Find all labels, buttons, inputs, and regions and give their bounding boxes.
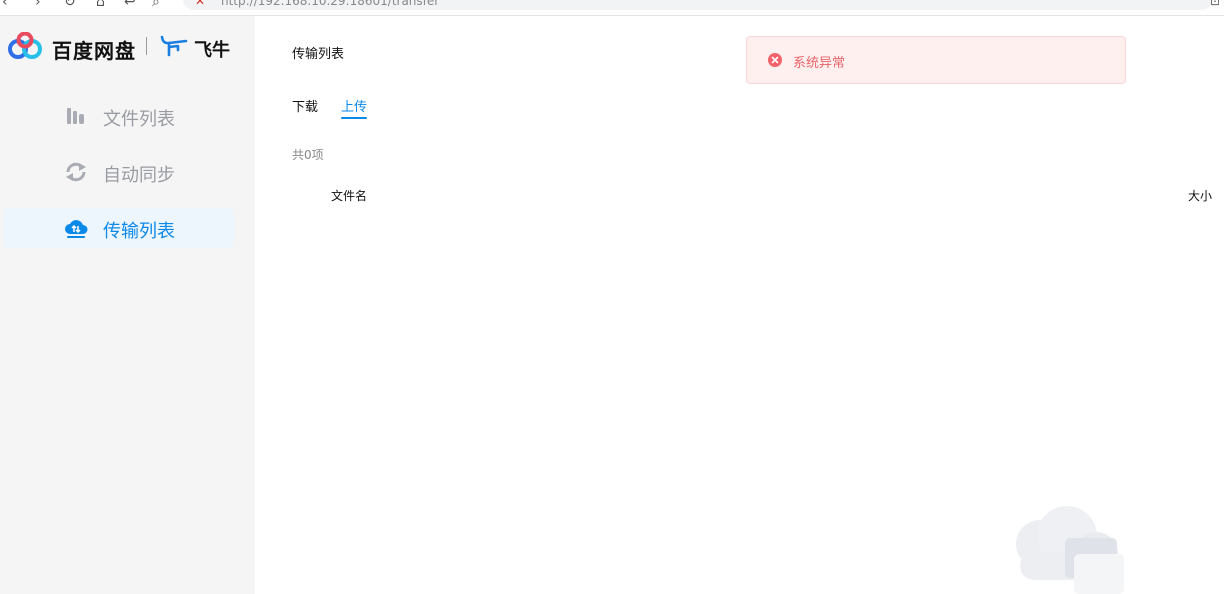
forward-icon[interactable]: › [35, 0, 41, 10]
brand-name: 百度网盘 [52, 39, 136, 63]
address-bar[interactable]: ✕ http://192.168.10.29:18601/transfer [183, 0, 1213, 10]
browser-toolbar: ‹ › ↻ ⌂ ↩ ⌕ ✕ http://192.168.10.29:18601… [0, 0, 1224, 16]
extension-icon[interactable]: ⊡ [1210, 0, 1220, 8]
address-bar-url: http://192.168.10.29:18601/transfer [221, 0, 440, 8]
main-content: 传输列表 下载 上传 共0项 文件名 大小 [255, 16, 1224, 594]
insecure-icon: ✕ [195, 0, 206, 8]
sidebar-item-label: 自动同步 [103, 165, 175, 186]
reload-icon[interactable]: ↻ [64, 0, 76, 10]
sidebar-item-label: 传输列表 [103, 221, 175, 242]
item-count: 共0项 [292, 148, 324, 162]
sidebar-item-file-list[interactable]: 文件列表 [4, 96, 234, 136]
brand-divider [146, 37, 147, 55]
column-header-size: 大小 [1187, 189, 1212, 203]
sidebar: 百度网盘 飞牛 文件列表 自动同步 传输列表 [0, 16, 255, 594]
home-icon[interactable]: ⌂ [96, 0, 105, 10]
sidebar-item-label: 文件列表 [103, 109, 175, 130]
brand-header: 百度网盘 飞牛 [8, 32, 253, 64]
sidebar-item-transfer-list[interactable]: 传输列表 [4, 208, 234, 248]
file-list-icon [67, 108, 84, 124]
error-toast: 系统异常 [746, 36, 1126, 84]
search-icon[interactable]: ⌕ [152, 0, 160, 10]
empty-state-illustration-icon [1016, 506, 1124, 594]
baidu-netdisk-logo-icon [8, 32, 42, 59]
partner-name: 飞牛 [194, 40, 230, 61]
history-back-icon[interactable]: ↩ [124, 0, 136, 10]
feiniu-logo-icon [160, 35, 188, 57]
sync-icon [66, 162, 86, 182]
error-circle-icon [768, 53, 782, 67]
toast-message: 系统异常 [793, 56, 846, 71]
column-header-filename: 文件名 [331, 189, 368, 203]
tab-upload[interactable]: 上传 [341, 96, 368, 119]
back-icon[interactable]: ‹ [2, 0, 8, 10]
tab-download[interactable]: 下载 [292, 96, 318, 115]
page-title: 传输列表 [292, 47, 345, 62]
sidebar-item-auto-sync[interactable]: 自动同步 [4, 152, 234, 192]
cloud-transfer-icon [65, 220, 88, 238]
